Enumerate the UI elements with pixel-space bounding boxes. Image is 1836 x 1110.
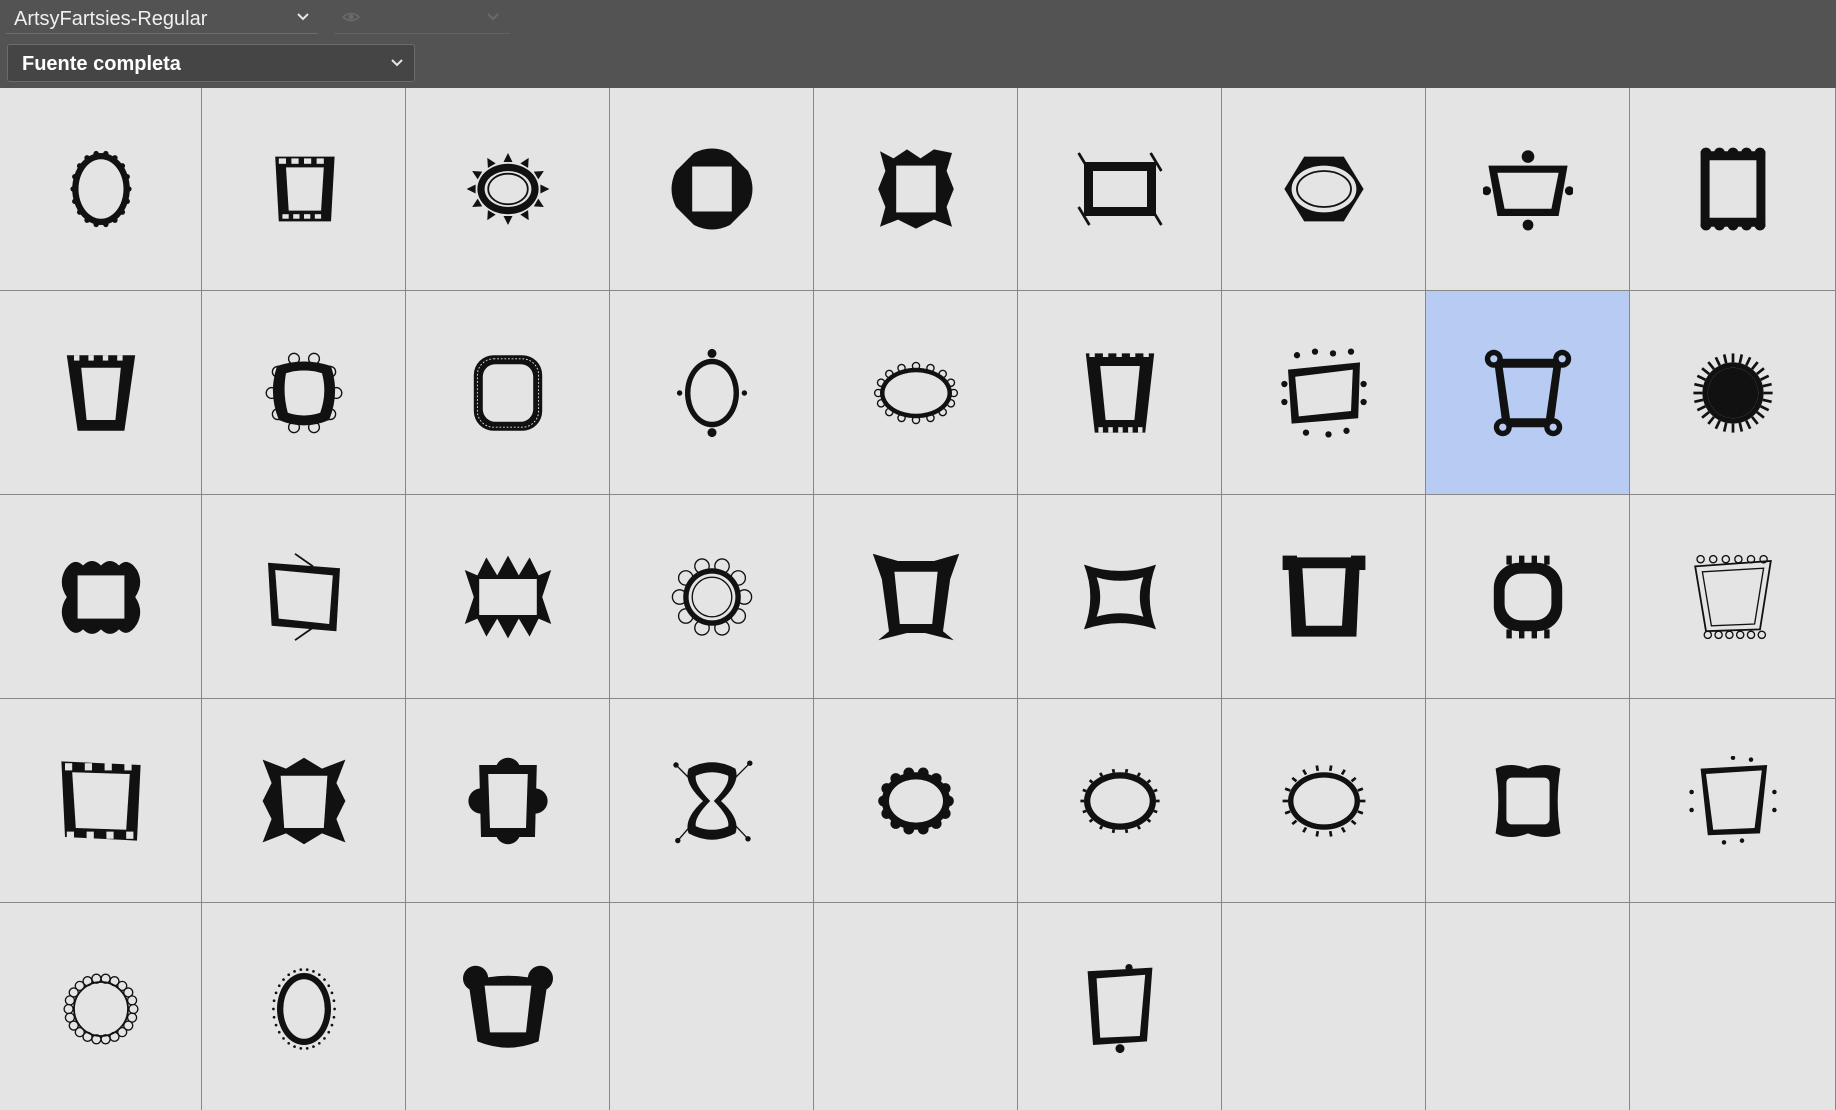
glyph-cell[interactable] [406,495,609,698]
sunburst-oval-frame-glyph [466,153,549,225]
loopy-trapezoid-frame-glyph [1693,554,1772,639]
argyle-frame-glyph [262,757,345,844]
glyph-cell[interactable] [610,88,813,290]
beaded-oval-frame-glyph [676,348,747,437]
glyph-cell[interactable] [1630,699,1835,902]
dotted-antenna-frame-glyph [1280,347,1367,438]
glyph-subset-dropdown[interactable]: Fuente completa [7,44,415,82]
petal-oval-frame-glyph [873,361,958,424]
glyph-cell[interactable] [1222,88,1425,290]
font-family-value: ArtsyFartsies-Regular [14,8,208,30]
glyph-cell[interactable] [1018,903,1221,1110]
hourglass-frame-glyph [672,760,752,843]
glyph-cell[interactable] [202,903,405,1110]
glyph-cell[interactable] [1018,495,1221,698]
star-corner-frame-glyph [1495,764,1560,837]
glyph-cell[interactable] [202,699,405,902]
glyph-cell[interactable] [0,495,201,698]
glyph-cell[interactable] [1630,291,1835,494]
corner-ray-frame-glyph [267,552,340,641]
notched-round-frame-glyph [1493,555,1562,638]
scalloped-circle-frame-glyph [877,767,954,834]
glyphs-panel-toolbar: ArtsyFartsies-Regular Fuente completa [0,0,1836,88]
pointed-corner-frame-glyph [872,553,959,640]
castle-trapezoid-frame-glyph [66,354,135,431]
glyph-cell[interactable] [610,291,813,494]
glyph-cell[interactable] [1426,88,1629,290]
glyph-cell[interactable] [1222,699,1425,902]
glyph-cell[interactable] [814,699,1017,902]
glyph-cell[interactable] [1426,699,1629,902]
loop-ring-frame-glyph [62,973,139,1044]
pillow-frame-glyph [1083,564,1156,629]
glyph-cell[interactable] [814,291,1017,494]
swirl-frame-glyph [265,352,342,433]
glyph-cell[interactable] [610,495,813,698]
chevron-down-icon [487,13,499,21]
glyph-cell[interactable] [406,88,609,290]
glyph-cell[interactable] [0,699,201,902]
glyph-cell[interactable] [202,291,405,494]
crossed-corner-frame-glyph [1076,152,1163,226]
square-corner-frame-glyph [60,760,141,841]
glyph-cell[interactable] [0,903,201,1110]
cloud-corner-frame-glyph [467,757,548,844]
gear-circle-frame-glyph [671,557,752,636]
glyph-cell[interactable] [0,291,201,494]
turret-oval-frame-glyph [1079,768,1160,833]
castle-tall-frame-glyph [1085,349,1154,433]
glyph-cell[interactable] [1222,495,1425,698]
glyph-cell[interactable] [0,88,201,290]
glyph-cell-selected[interactable] [1426,291,1629,494]
glyph-grid [0,88,1836,1110]
glyph-cell[interactable] [406,903,609,1110]
font-style-dropdown[interactable] [334,2,510,34]
glyph-cell[interactable] [610,699,813,902]
oval-frame-glyph [69,150,132,228]
glyph-cell[interactable] [1426,495,1629,698]
notched-oval-frame-glyph [1283,156,1364,222]
glyph-cell[interactable] [1018,88,1221,290]
glyph-cell[interactable] [1222,291,1425,494]
rayed-circle-frame-glyph [1692,352,1773,433]
glyph-cell[interactable] [1018,699,1221,902]
glyph-cell[interactable] [202,495,405,698]
font-family-dropdown[interactable]: ArtsyFartsies-Regular [6,2,318,34]
chevron-down-icon [391,59,403,67]
glyph-cell[interactable] [1426,903,1629,1110]
tabbed-rect-frame-glyph [1282,555,1365,637]
greek-key-frame-glyph [274,156,335,222]
spiky-square-frame-glyph [877,149,954,229]
bead-hang-frame-glyph [1087,963,1152,1053]
glyph-cell[interactable] [1630,88,1835,290]
dotted-stick-frame-glyph [1688,755,1777,845]
glyph-cell[interactable] [406,699,609,902]
glyph-cell[interactable] [202,88,405,290]
glyph-cell[interactable] [610,903,813,1110]
eye-icon [342,12,360,22]
dotted-ray-oval-frame-glyph [1282,764,1365,837]
glyph-subset-value: Fuente completa [22,53,181,75]
chevron-down-icon [297,13,309,21]
glyph-cell[interactable] [814,88,1017,290]
ornate-square-frame-glyph [671,148,752,230]
glyph-cell[interactable] [1018,291,1221,494]
knob-corner-frame-glyph [1484,349,1571,436]
scalloped-rect-frame-glyph [1700,147,1765,231]
zigzag-rect-frame-glyph [464,555,551,638]
dotted-oval-frame-glyph [271,967,336,1050]
fleuron-trapezoid-frame-glyph [1482,150,1573,231]
glyph-cell[interactable] [814,903,1017,1110]
glyph-cell[interactable] [1630,903,1835,1110]
glyph-cell[interactable] [406,291,609,494]
glyph-cell[interactable] [1630,495,1835,698]
glyph-cell[interactable] [814,495,1017,698]
ear-trapezoid-frame-glyph [462,965,553,1048]
glyph-cell[interactable] [1222,903,1425,1110]
rounded-square-frame-glyph [473,354,542,431]
wavy-square-frame-glyph [61,560,140,634]
